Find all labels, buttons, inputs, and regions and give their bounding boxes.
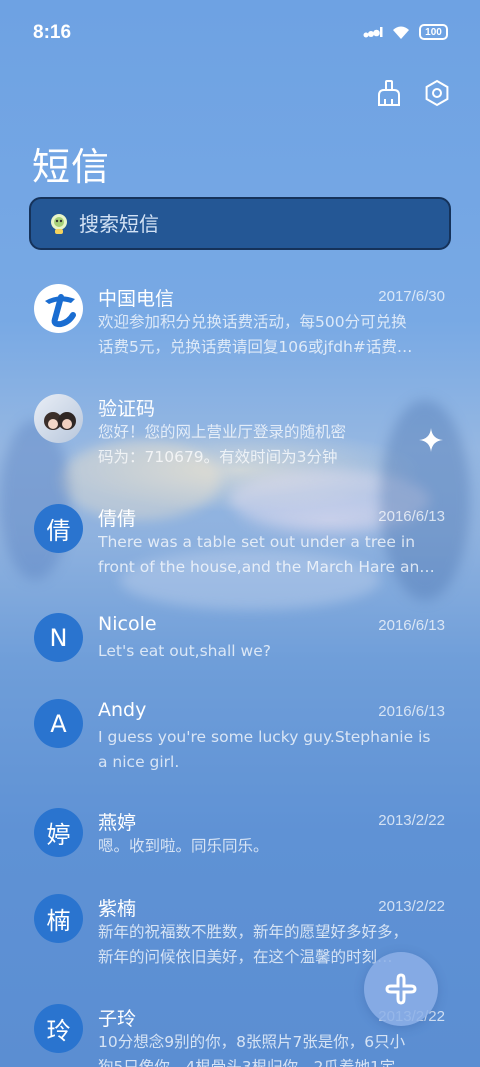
conversation-row[interactable]: 倩倩倩 2016/6/13 There was a table set out un… [0,502,480,602]
contact-name: 燕婷 [98,812,137,834]
contact-name: Andy [98,699,147,721]
preview-line: 狗5只像你，4根骨头3根归你，2瓜着她1定 [98,1058,396,1067]
message-date: 2016/6/13 [378,617,445,634]
contact-avatar[interactable]: 楠 [34,894,83,943]
page-title: 短信 [32,145,111,189]
preview-line: 欢迎参加积分兑换话费活动，每500分可兑换 [98,313,407,331]
message-date: 2013/2/22 [378,898,445,915]
search-input[interactable] [79,199,439,248]
contact-avatar[interactable]: A [34,699,83,748]
conversation-row[interactable]: N Nicole 2016/6/13 Let's eat out,shall we? [0,611,480,711]
contact-avatar[interactable] [34,394,83,443]
message-preview: Let's eat out,shall we? [98,639,448,664]
search-bar[interactable] [29,197,451,250]
battery-level: 100 [425,26,442,38]
contact-avatar[interactable]: 婷 [34,808,83,857]
contact-name: 中国电信 [98,288,175,310]
message-date: 2016/6/13 [378,508,445,525]
status-bar: 8:16 100 [0,0,480,68]
contact-name: 验证码 [98,398,156,420]
preview-line: a nice girl. [98,753,180,771]
conversation-row[interactable]: 中国电信 2017/6/30 欢迎参加积分兑换话费活动，每500分可兑换 话费5元，兑… [0,282,480,382]
message-preview: I guess you're some lucky guy.Stephanie … [98,725,448,775]
preview-line: 新年的祝福数不胜数，新年的愿望好多好多， [98,923,409,941]
telecom-logo-icon [44,293,76,327]
search-mascot-icon [51,214,67,234]
preview-line: 话费5元，兑换话费请回复106或jfdh#话费… [98,338,413,356]
broom-icon[interactable] [374,78,404,108]
signal-icon [363,27,383,38]
message-preview: 嗯。收到啦。同乐同乐。 [98,834,448,859]
message-date: 2013/2/22 [378,812,445,829]
message-preview: 10分想念9别的你，8张照片7张是你，6只小狗5只像你，4根骨头3根归你，2瓜着… [98,1030,448,1067]
contact-avatar[interactable]: 玲 [34,1004,83,1053]
preview-line: 10分想念9别的你，8张照片7张是你，6只小 [98,1033,406,1051]
message-preview: 欢迎参加积分兑换话费活动，每500分可兑换 话费5元，兑换话费请回复106或jfd… [98,310,448,360]
new-message-button[interactable] [364,952,438,1026]
preview-line: 您好！您的网上营业厅登录的随机密 [98,423,347,441]
contact-name: 倩倩 [98,508,137,530]
status-time: 8:16 [33,22,72,43]
preview-line: 码为：710679。有效时间为3分钟 [98,448,338,466]
top-toolbar [374,78,452,108]
contact-avatar[interactable] [34,284,83,333]
conversation-row[interactable]: A Andy 2016/6/13 I guess you're some lucky … [0,697,480,797]
message-date: 2017/6/30 [378,288,445,305]
preview-line: front of the house,and the March Hare an… [98,558,435,576]
preview-line: I guess you're some lucky guy.Stephanie … [98,728,431,746]
battery-icon: 100 [419,24,448,40]
photo-avatar-icon [43,411,76,430]
preview-line: 嗯。收到啦。同乐同乐。 [98,837,269,855]
contact-name: 紫楠 [98,898,137,920]
contact-name: 子玲 [98,1008,137,1030]
settings-icon[interactable] [422,78,452,108]
status-icons: 100 [363,24,448,40]
message-preview: There was a table set out under a tree i… [98,530,448,580]
plus-icon [385,973,417,1005]
message-preview: 您好！您的网上营业厅登录的随机密 码为：710679。有效时间为3分钟 [98,420,448,470]
contact-name: Nicole [98,613,157,635]
contact-avatar[interactable]: 倩 [34,504,83,553]
message-date: 2016/6/13 [378,703,445,720]
conversation-row[interactable]: 验证码 您好！您的网上营业厅登录的随机密 码为：710679。有效时间为3分钟 [0,392,480,492]
conversation-row[interactable]: 婷燕婷 2013/2/22 嗯。收到啦。同乐同乐。 [0,806,480,906]
preview-line: There was a table set out under a tree i… [98,533,416,551]
preview-line: Let's eat out,shall we? [98,642,271,660]
wifi-icon [393,26,409,39]
contact-avatar[interactable]: N [34,613,83,662]
